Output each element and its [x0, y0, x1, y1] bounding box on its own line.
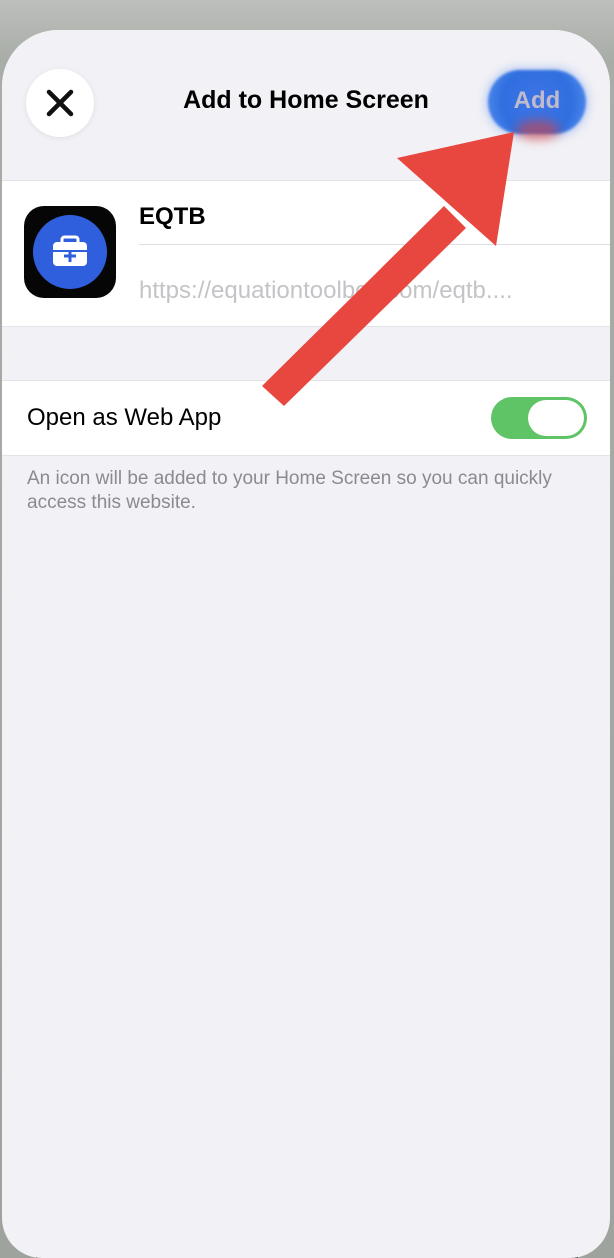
home-screen-footnote: An icon will be added to your Home Scree… [27, 468, 552, 513]
add-button-label[interactable]: Add [488, 87, 586, 115]
app-icon-badge [33, 215, 107, 289]
open-as-web-app-toggle[interactable] [491, 397, 587, 439]
open-as-web-app-row: Open as Web App [2, 380, 610, 456]
app-url-text: https://equationtoolbox.com/eqtb.... [139, 277, 513, 304]
toolbox-icon [53, 235, 87, 266]
add-button-highlight [516, 120, 560, 140]
app-name-field[interactable]: EQTB [139, 203, 206, 231]
toggle-knob [528, 400, 584, 436]
app-icon [24, 206, 116, 298]
open-as-web-app-label: Open as Web App [27, 404, 222, 431]
app-info-card: EQTB https://equationtoolbox.com/eqtb...… [2, 180, 610, 327]
sheet-header: Add to Home Screen Add [2, 30, 610, 178]
add-to-home-screen-sheet: Add to Home Screen Add EQTB https://equa… [2, 30, 610, 1258]
card-divider [139, 244, 610, 245]
